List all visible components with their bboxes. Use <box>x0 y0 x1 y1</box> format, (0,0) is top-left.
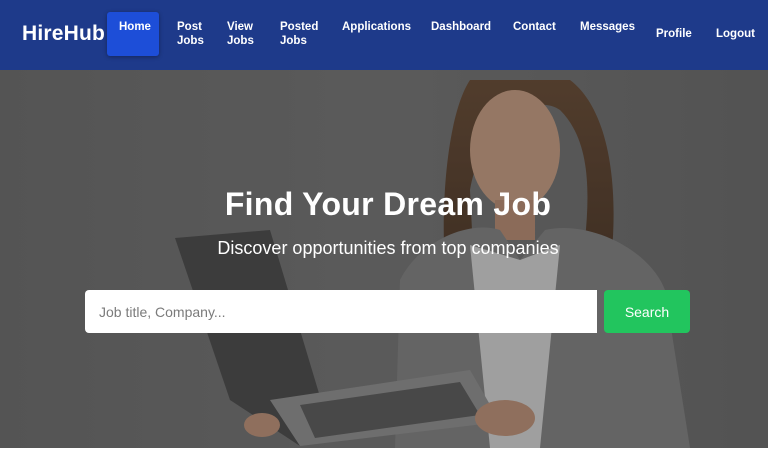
hero-title: Find Your Dream Job <box>224 186 552 222</box>
job-search-input[interactable] <box>85 290 597 333</box>
top-navbar: HireHub Home Post Jobs View Jobs Posted … <box>0 0 768 70</box>
nav-contact-label: Contact <box>513 21 556 33</box>
nav-view-jobs-label-line2: Jobs <box>227 35 254 47</box>
nav-home[interactable]: Home <box>107 12 159 56</box>
nav-post-jobs-label-line2: Jobs <box>177 35 204 47</box>
nav-post-jobs[interactable]: Post Jobs <box>177 20 204 48</box>
nav-posted-jobs-label-line1: Posted <box>280 21 319 33</box>
nav-posted-jobs-label-line2: Jobs <box>280 35 307 47</box>
hero-dark-overlay <box>0 70 768 448</box>
nav-messages[interactable]: Messages <box>580 20 635 34</box>
nav-applications[interactable]: Applications <box>342 20 411 34</box>
nav-dashboard-label: Dashboard <box>431 21 492 33</box>
nav-logout-label: Logout <box>716 28 755 40</box>
hero-section: Find Your Dream Job Discover opportuniti… <box>0 70 768 448</box>
nav-dashboard[interactable]: Dashboard <box>431 20 491 34</box>
nav-view-jobs-label-line1: View <box>227 21 253 33</box>
page-bottom-strip <box>0 448 768 458</box>
nav-profile[interactable]: Profile <box>656 27 692 41</box>
nav-messages-label: Messages <box>580 21 635 33</box>
nav-posted-jobs[interactable]: Posted Jobs <box>280 20 318 48</box>
search-button[interactable]: Search <box>604 290 690 333</box>
hero-subtitle: Discover opportunities from top companie… <box>217 238 559 258</box>
nav-post-jobs-label-line1: Post <box>177 21 202 33</box>
nav-view-jobs[interactable]: View Jobs <box>227 20 254 48</box>
nav-applications-label: Applications <box>342 21 412 33</box>
nav-logout[interactable]: Logout <box>716 27 755 41</box>
brand-logo[interactable]: HireHub <box>22 22 105 46</box>
nav-home-label: Home <box>119 21 151 33</box>
nav-profile-label: Profile <box>656 28 692 40</box>
nav-contact[interactable]: Contact <box>513 20 556 34</box>
